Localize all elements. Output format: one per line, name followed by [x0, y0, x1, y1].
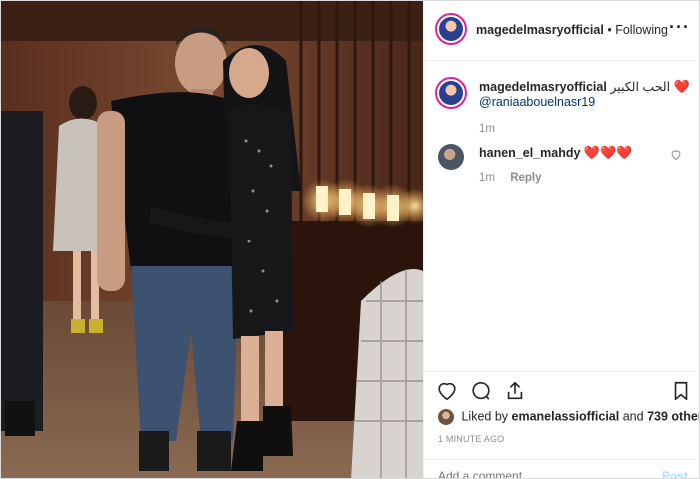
- separator-dot: •: [607, 23, 612, 37]
- comment-line: hanen_el_mahdy ❤️❤️❤️: [479, 145, 632, 161]
- bookmark-icon[interactable]: [670, 380, 692, 402]
- ellipsis-icon[interactable]: ···: [669, 17, 690, 38]
- share-icon[interactable]: [504, 380, 526, 402]
- likes-and: and: [622, 409, 644, 424]
- post-timestamp[interactable]: 1 MINUTE AGO: [438, 434, 504, 444]
- comment-meta: 1m Reply: [479, 172, 542, 184]
- commenter-username[interactable]: hanen_el_mahdy: [479, 146, 580, 160]
- author-username[interactable]: magedelmasryofficial: [476, 23, 604, 37]
- post-sidebar: magedelmasryofficial • Following ··· mag…: [423, 1, 699, 478]
- heart-emoji-icon: ❤️: [673, 79, 690, 94]
- comment-item: hanen_el_mahdy ❤️❤️❤️ 1m Reply: [424, 141, 699, 191]
- liker-username[interactable]: emanelassiofficial: [512, 409, 620, 423]
- comment-time[interactable]: 1m: [479, 172, 495, 184]
- author-line: magedelmasryofficial • Following: [476, 23, 668, 37]
- likes-others-link[interactable]: 739 others: [647, 409, 699, 423]
- caption-text: الحب الكبير: [610, 80, 671, 94]
- caption-time[interactable]: 1m: [479, 123, 495, 135]
- heart-outline-icon[interactable]: [436, 380, 458, 402]
- caption-mention-link[interactable]: @raniaabouelnasr19: [479, 95, 595, 109]
- comment-bubble-icon[interactable]: [470, 380, 492, 402]
- add-comment-input[interactable]: [438, 469, 638, 478]
- comment-text: ❤️❤️❤️: [583, 145, 633, 160]
- liker-avatar: [438, 409, 454, 425]
- likes-prefix: Liked by: [461, 409, 509, 424]
- reply-button[interactable]: Reply: [510, 172, 541, 184]
- action-bar: [424, 371, 699, 407]
- caption-avatar[interactable]: [435, 77, 467, 109]
- author-avatar[interactable]: [435, 13, 467, 45]
- post-header: magedelmasryofficial • Following ···: [424, 1, 699, 61]
- post-photo[interactable]: [1, 1, 423, 478]
- caption-line: magedelmasryofficial الحب الكبير ❤️: [479, 79, 690, 95]
- post-comment-button[interactable]: Post: [662, 469, 688, 478]
- follow-status-button[interactable]: Following: [615, 23, 668, 37]
- comment-like-heart-icon[interactable]: [670, 149, 682, 164]
- add-comment-bar: Post: [424, 459, 699, 478]
- commenter-avatar[interactable]: [438, 144, 464, 170]
- instagram-post-window: magedelmasryofficial • Following ··· mag…: [0, 0, 700, 479]
- photo-illustration: [1, 1, 423, 478]
- likes-summary: Liked by emanelassiofficial and 739 othe…: [438, 409, 699, 425]
- caption-username[interactable]: magedelmasryofficial: [479, 80, 607, 94]
